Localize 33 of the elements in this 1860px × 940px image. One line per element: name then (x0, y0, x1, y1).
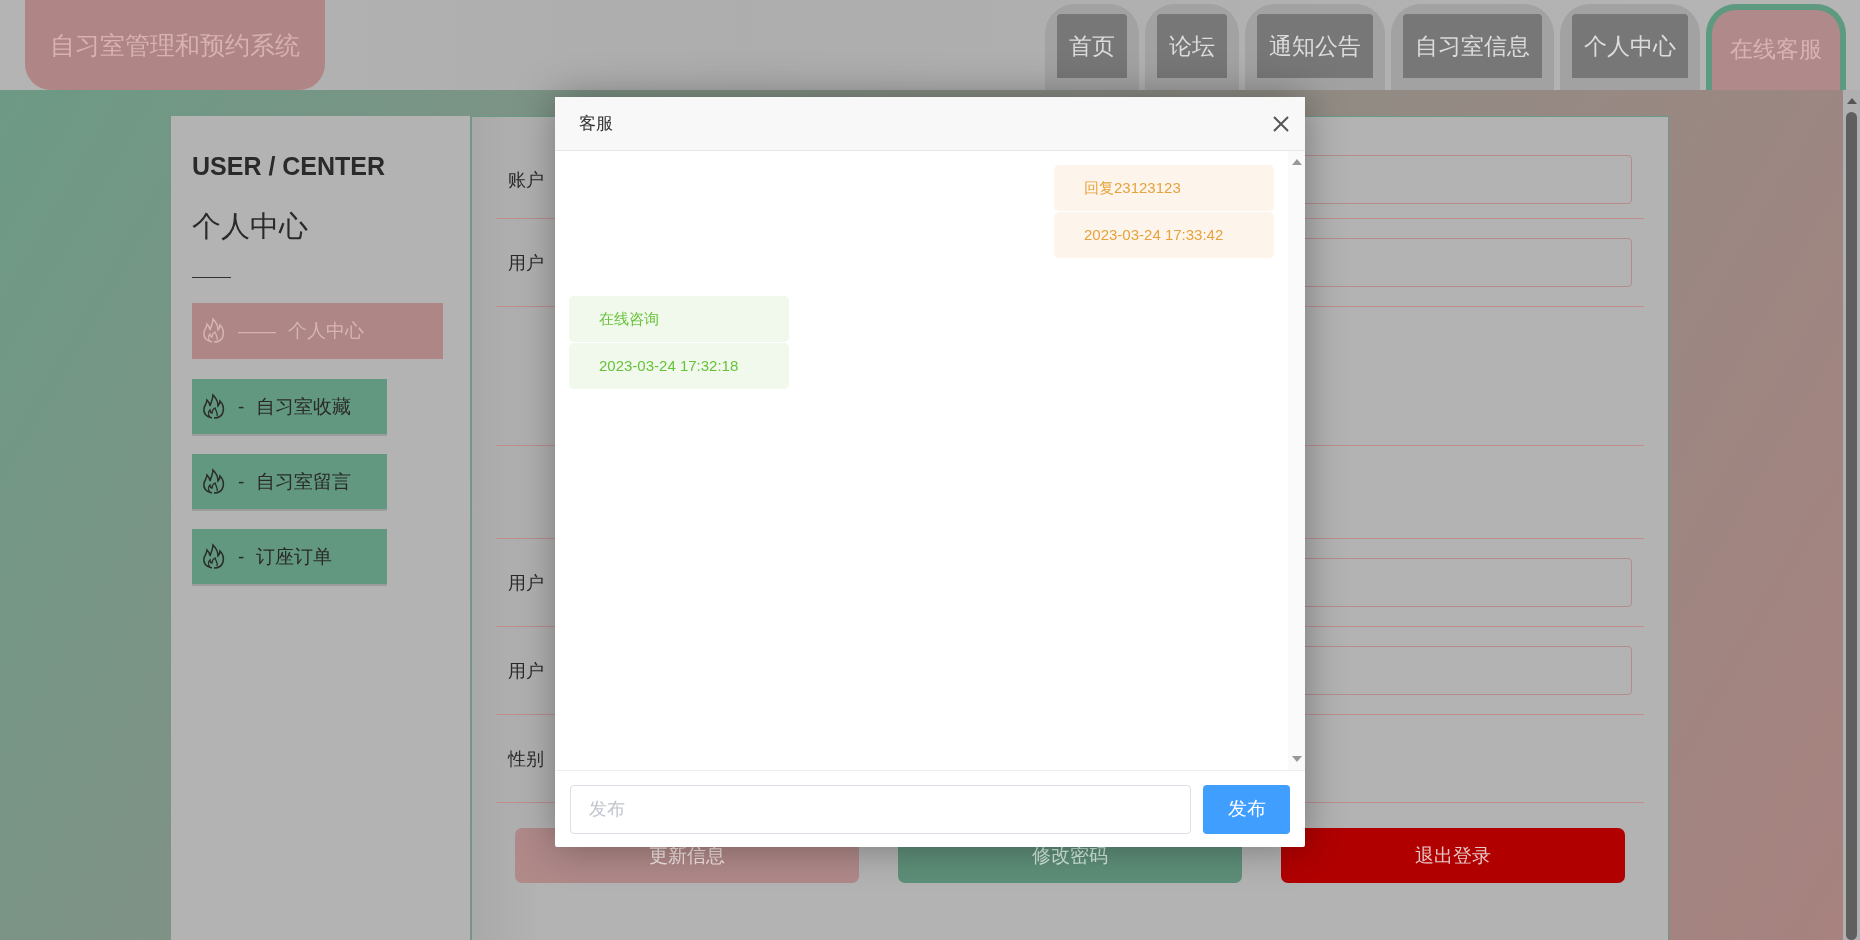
sidebar-item[interactable]: - 自习室留言 (192, 454, 387, 509)
item-dash: - (238, 545, 245, 568)
field-label: 用户 (508, 659, 545, 683)
message-field[interactable]: 发布 (570, 784, 1191, 834)
dialog-title: 客服 (579, 113, 613, 135)
nav-tab[interactable]: 个人中心 (1560, 4, 1700, 90)
nav-tab[interactable]: 自习室信息 (1391, 4, 1554, 90)
nav-tab[interactable]: 通知公告 (1245, 4, 1385, 90)
scrollbar[interactable] (1288, 151, 1305, 770)
caret-down-icon[interactable] (1291, 756, 1302, 762)
section-title: 个人中心 (192, 209, 308, 244)
message-bubble: 在线咨询 (569, 296, 789, 342)
message-bubble: 回复23123123 (1054, 165, 1274, 211)
field-label: 用户 (508, 571, 545, 595)
message-time: 2023-03-24 17:33:42 (1054, 212, 1274, 258)
field-label: 账户 (508, 168, 545, 192)
item-dash: —— (238, 320, 276, 342)
field-label: 性别 (508, 747, 545, 771)
nav-tab[interactable]: 论坛 (1145, 4, 1239, 90)
send-button[interactable]: 发布 (1203, 784, 1290, 834)
message-time: 2023-03-24 17:32:18 (569, 343, 789, 389)
close-icon[interactable] (1272, 114, 1290, 133)
sidebar-item[interactable]: - 订座订单 (192, 529, 387, 584)
caret-up-icon[interactable] (1846, 98, 1857, 104)
field-label: 用户 (508, 251, 545, 275)
page-scrollbar[interactable] (1846, 98, 1857, 940)
logout-button[interactable]: 退出登录 (1281, 828, 1625, 883)
item-dash: - (238, 470, 245, 493)
nav-tab[interactable]: 首页 (1045, 4, 1139, 90)
caret-up-icon[interactable] (1291, 159, 1302, 165)
section-heading: USER / CENTER (192, 152, 387, 181)
sidebar-item[interactable]: - 自习室收藏 (192, 379, 387, 434)
item-dash: - (238, 395, 245, 418)
